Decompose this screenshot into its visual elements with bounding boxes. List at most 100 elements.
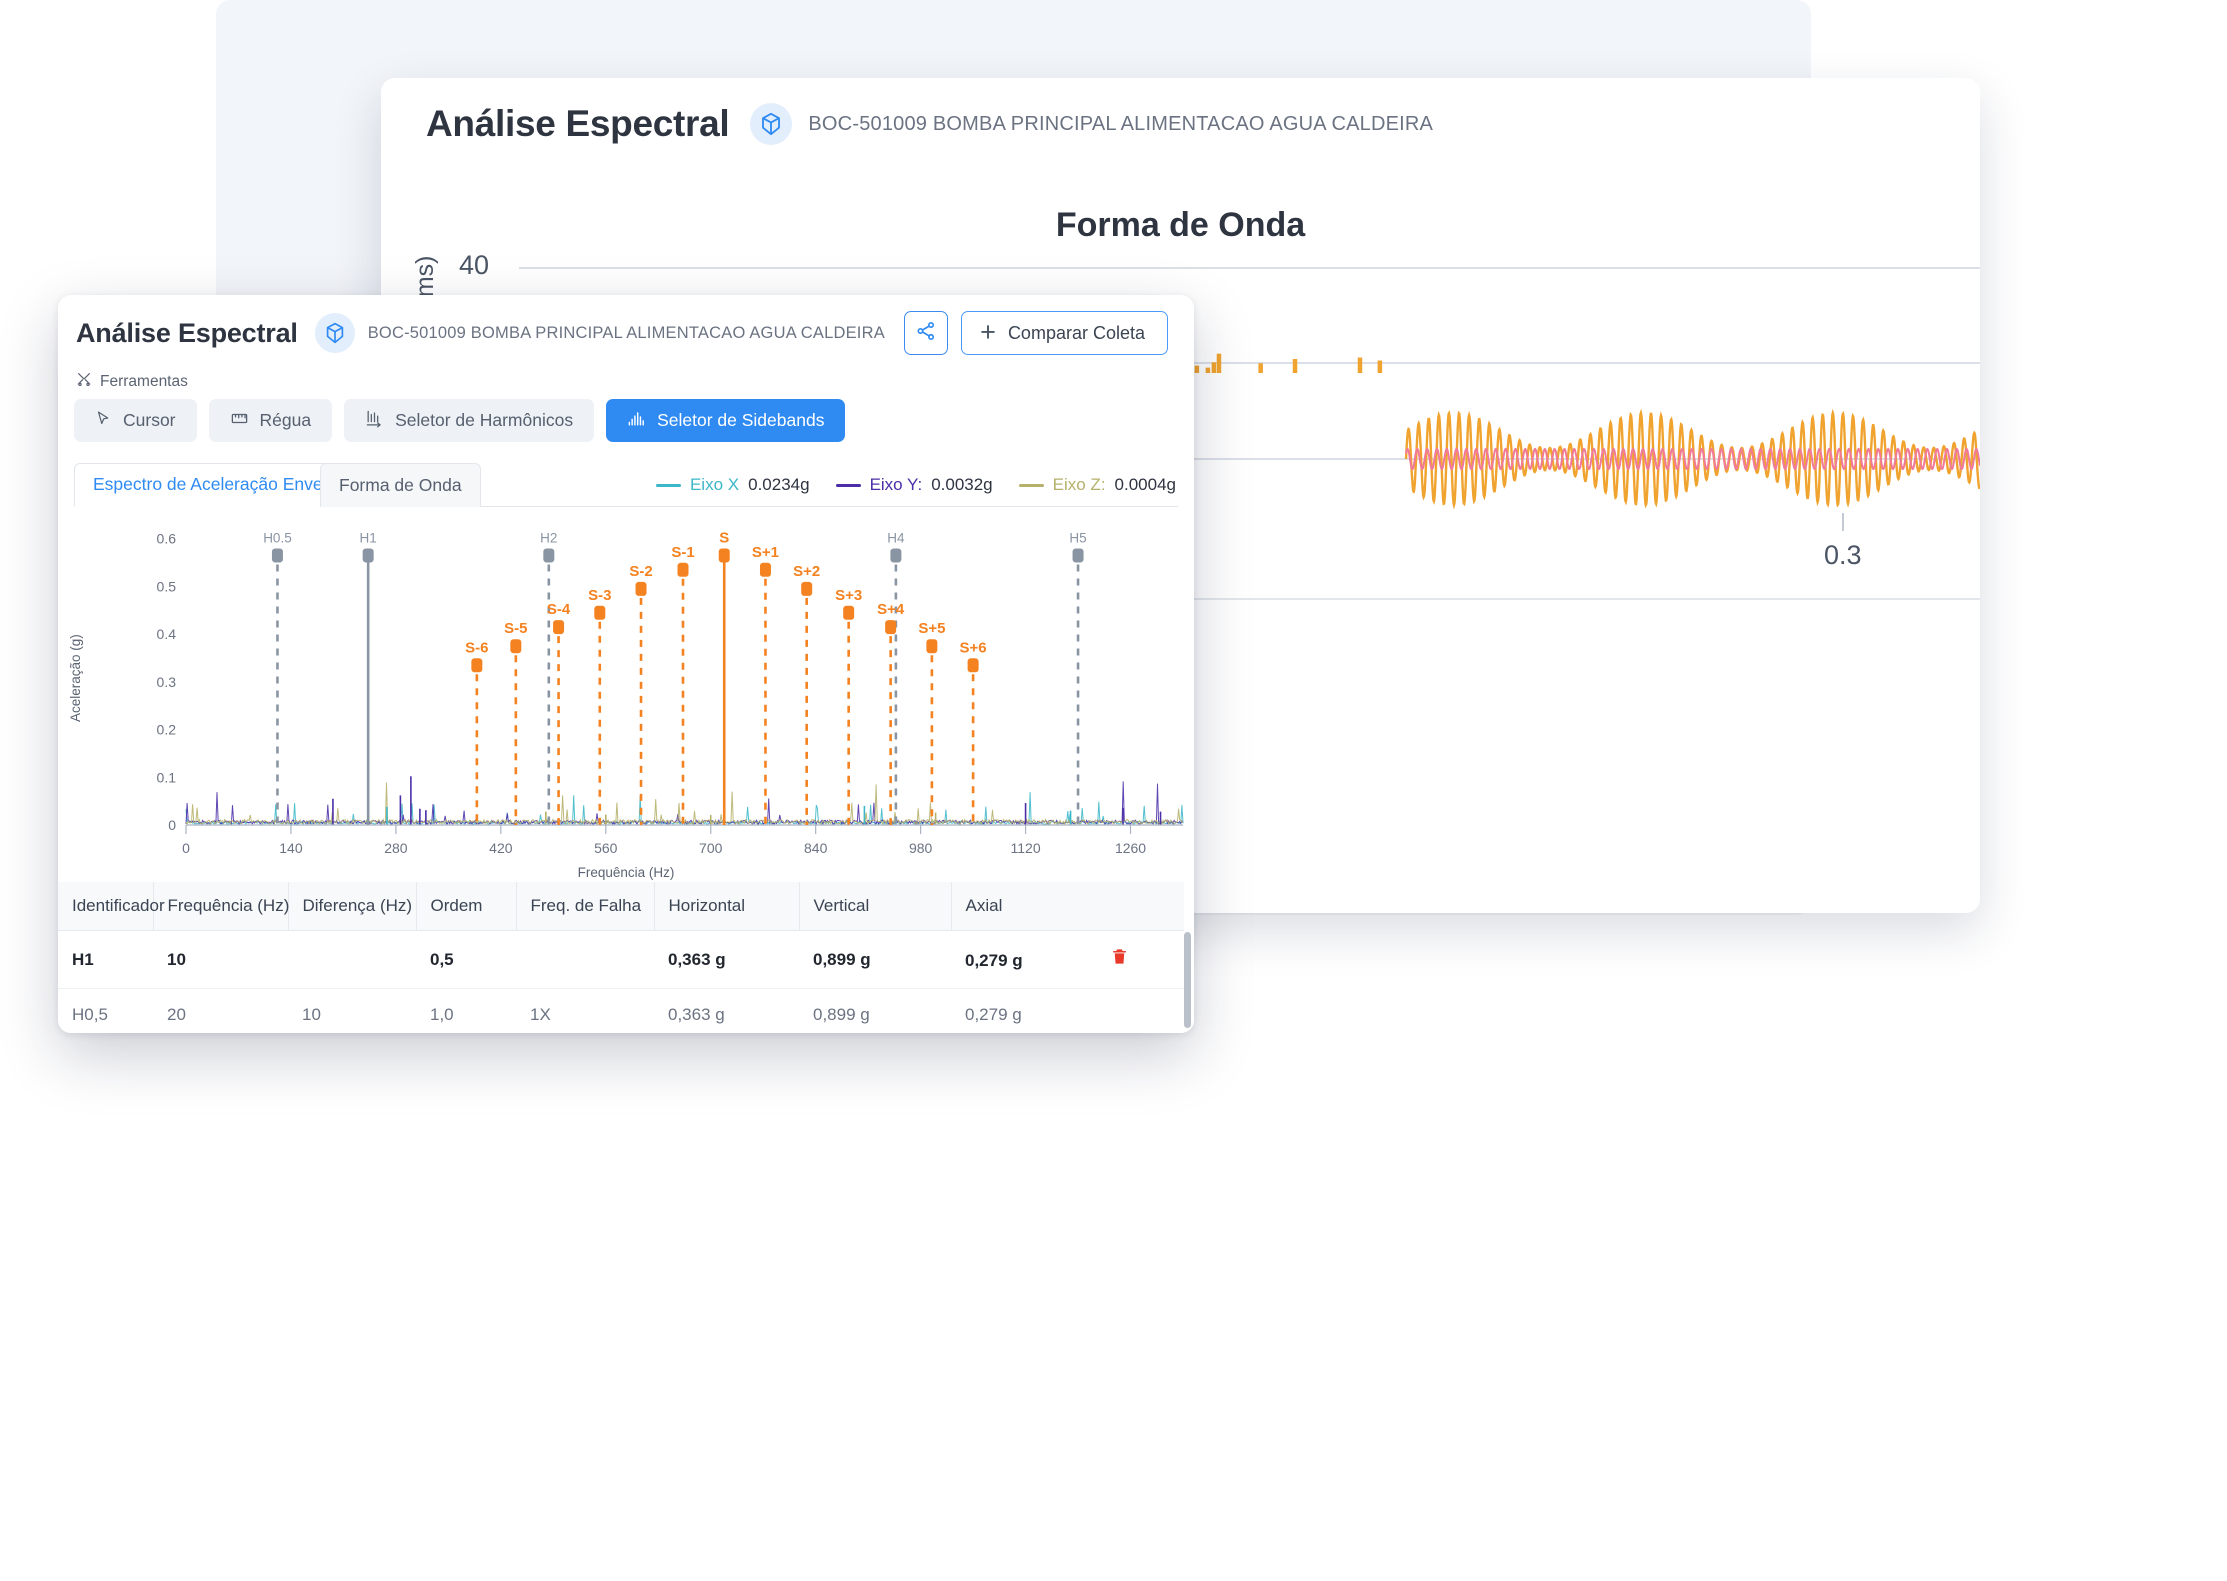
cell-diferenca	[288, 930, 416, 989]
tool-button-cursor[interactable]: Cursor	[74, 399, 197, 442]
tool-button-harmonic-selector[interactable]: Seletor de Harmônicos	[344, 399, 595, 442]
cell-diferenca: 10	[288, 988, 416, 1033]
compare-collection-label: Comparar Coleta	[1007, 322, 1145, 343]
x-tick-label: 560	[594, 840, 618, 856]
cell-axial-with-action: 0,279 g	[951, 930, 1184, 989]
legend-item-eixo-y[interactable]: Eixo Y: 0.0032g	[835, 475, 993, 495]
marker-label: S+5	[918, 620, 945, 637]
waveform-spike	[1292, 358, 1298, 373]
tab-forma-de-onda[interactable]: Forma de Onda	[320, 463, 481, 507]
marker-handle[interactable]	[635, 581, 647, 596]
tab-label: Forma de Onda	[339, 475, 462, 495]
cell-vertical: 0,899 g	[799, 988, 951, 1033]
spectral-analysis-window: Análise Espectral BOC-501009 BOMBA PRINC…	[58, 295, 1194, 1033]
spectrum-trace	[185, 781, 1184, 826]
cell-frequencia: 20	[153, 988, 288, 1033]
marker-label: S+6	[960, 639, 987, 656]
table-scrollbar[interactable]	[1184, 932, 1191, 1028]
marker-handle[interactable]	[510, 639, 522, 654]
tool-button-label: Régua	[259, 410, 312, 430]
spectrum-svg: 0 0.1 0.2 0.3 0.4 0.5 0.6 0 140 280 420 560 700 840 9…	[68, 529, 1184, 880]
legend-swatch	[655, 483, 681, 487]
marker-handle[interactable]	[543, 548, 555, 563]
marker-handle[interactable]	[594, 605, 606, 620]
marker-handle[interactable]	[471, 658, 483, 673]
legend-swatch	[1018, 483, 1044, 487]
tool-button-ruler[interactable]: Régua	[208, 399, 333, 442]
marker-label: H0.5	[263, 530, 292, 545]
tools-row: Ferramentas	[76, 371, 188, 392]
legend-item-eixo-x[interactable]: Eixo X 0.0234g	[655, 475, 810, 495]
col-horizontal: Horizontal	[654, 882, 800, 931]
x-tick-label: 840	[804, 840, 828, 856]
y-tick-label: 0.1	[157, 769, 177, 785]
background-tick-mark	[1842, 513, 1844, 531]
legend-label: Eixo Y:	[869, 475, 923, 494]
cell-identificador: H0,5	[58, 988, 153, 1033]
y-tick-label: 0.5	[157, 578, 177, 594]
marker-handle[interactable]	[718, 548, 730, 563]
window-header: Análise Espectral BOC-501009 BOMBA PRINC…	[58, 295, 1194, 371]
marker-handle[interactable]	[271, 548, 283, 563]
cursor-arrow-icon	[95, 410, 112, 432]
col-diferenca: Diferença (Hz)	[288, 882, 417, 931]
waveform-spike	[1377, 360, 1383, 373]
marker-label: H5	[1069, 530, 1086, 545]
marker-handle[interactable]	[926, 639, 938, 654]
cell-horizontal: 0,363 g	[654, 988, 799, 1033]
table-row[interactable]: H0,5 20 10 1,0 1X 0,363 g 0,899 g 0,279 …	[58, 988, 1184, 1033]
marker-handle[interactable]	[885, 620, 897, 635]
cell-frequencia: 10	[153, 930, 288, 989]
background-page-title: Análise Espectral	[426, 103, 730, 144]
marker-label: H1	[360, 530, 377, 545]
legend-item-eixo-z[interactable]: Eixo Z: 0.0004g	[1018, 475, 1176, 495]
cube-icon	[750, 103, 793, 145]
tool-button-sideband-selector[interactable]: Seletor de Sidebands	[606, 399, 846, 442]
waveform-spike	[1258, 363, 1263, 373]
y-tick-label: 0.2	[157, 722, 177, 738]
marker-handle[interactable]	[1072, 548, 1084, 563]
table-row[interactable]: H1 10 0,5 0,363 g 0,899 g 0,279 g	[58, 930, 1184, 989]
marker-handle[interactable]	[967, 658, 979, 673]
legend-value: 0.0032g	[931, 475, 993, 494]
cell-freq-falha	[516, 930, 654, 989]
asset-label: BOC-501009 BOMBA PRINCIPAL ALIMENTACAO A…	[367, 323, 885, 342]
marker-handle[interactable]	[677, 562, 689, 577]
trash-icon[interactable]	[1110, 949, 1129, 971]
chart-legend: Eixo X 0.0234g Eixo Y: 0.0032g Eixo Z: 0…	[655, 463, 1176, 507]
marker-handle[interactable]	[843, 605, 855, 620]
header-actions: + Comparar Coleta	[904, 311, 1168, 355]
tool-buttons: Cursor Régua Seletor de Harmônicos Selet…	[74, 399, 846, 442]
marker-label: S-1	[671, 544, 694, 561]
marker-label: S+4	[877, 601, 905, 618]
cell-freq-falha: 1X	[516, 988, 654, 1033]
harmonics-table-container[interactable]: Identificador Frequência (Hz) Diferença …	[58, 882, 1194, 1033]
background-asset-label: BOC-501009 BOMBA PRINCIPAL ALIMENTACAO A…	[808, 112, 1434, 135]
legend-label: Eixo Z:	[1052, 475, 1106, 494]
legend-swatch	[835, 483, 861, 487]
x-tick-label: 700	[699, 840, 723, 856]
marker-handle[interactable]	[362, 548, 374, 563]
x-tick-label: 1120	[1011, 840, 1041, 856]
marker-handle[interactable]	[759, 562, 771, 577]
marker-handle[interactable]	[553, 620, 565, 635]
y-tick-label: 0.3	[157, 674, 177, 690]
ruler-icon	[230, 409, 249, 433]
compare-collection-button[interactable]: + Comparar Coleta	[961, 311, 1168, 355]
marker-handle[interactable]	[890, 548, 902, 563]
cell-axial: 0,279 g	[965, 951, 1023, 970]
cell-ordem: 0,5	[416, 930, 516, 989]
marker-label: S+2	[793, 563, 820, 580]
col-frequencia: Frequência (Hz)	[153, 882, 289, 931]
spectrum-chart[interactable]: 0 0.1 0.2 0.3 0.4 0.5 0.6 0 140 280 420 560 700 840 9…	[58, 507, 1194, 882]
y-tick-label: 0.6	[157, 531, 177, 547]
tool-button-label: Seletor de Sidebands	[657, 410, 825, 430]
share-button[interactable]	[904, 311, 949, 355]
x-tick-label: 0	[182, 840, 190, 856]
cell-vertical: 0,899 g	[799, 930, 951, 989]
x-tick-label: 1260	[1115, 840, 1146, 856]
marker-handle[interactable]	[801, 581, 813, 596]
marker-label: S+3	[835, 587, 862, 604]
legend-value: 0.0004g	[1114, 475, 1176, 494]
spectrum-trace	[185, 792, 1184, 826]
